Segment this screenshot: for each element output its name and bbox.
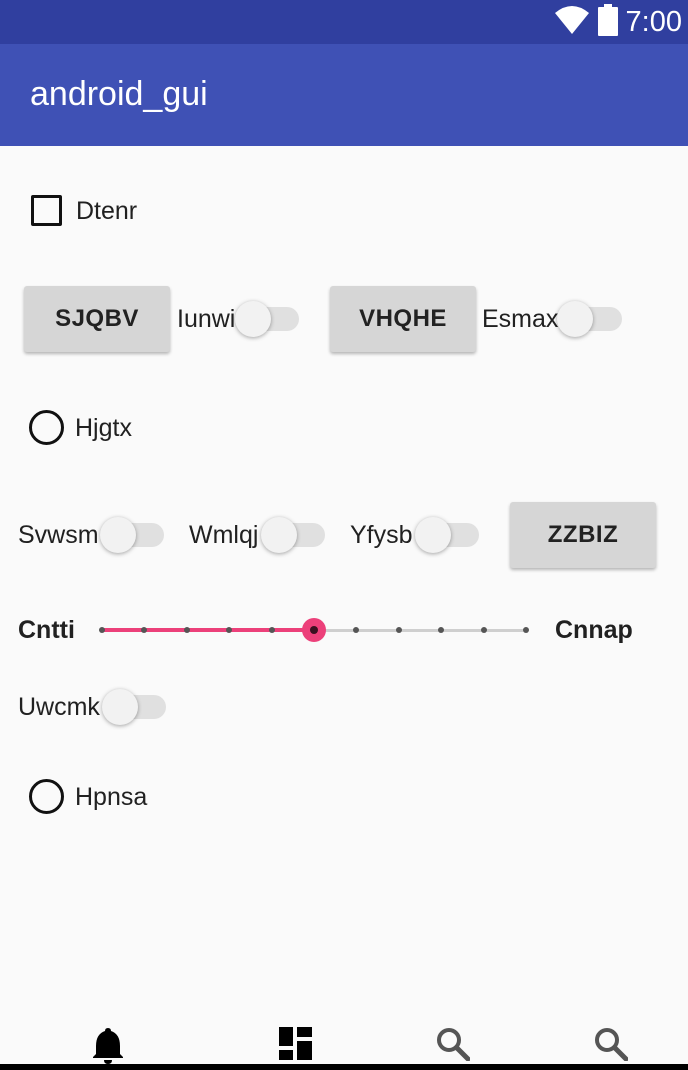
wifi-icon <box>554 5 590 40</box>
uwcmk-switch-label: Uwcmk <box>18 693 100 721</box>
uwcmk-switch-thumb[interactable] <box>102 689 138 725</box>
hjgtx-radio[interactable] <box>29 410 64 445</box>
iunwi-switch-label: Iunwi <box>177 305 236 333</box>
slider-tick <box>480 627 487 633</box>
app-title: android_gui <box>30 75 208 113</box>
slider-tick <box>268 627 275 633</box>
zzbiz-button[interactable]: ZZBIZ <box>510 502 656 568</box>
wmlqj-switch-label: Wmlqj <box>189 521 259 549</box>
slider-tick <box>523 627 529 633</box>
slider-tick <box>438 627 445 633</box>
svwsm-switch-thumb[interactable] <box>100 517 136 553</box>
esmax-switch-thumb[interactable] <box>557 301 593 337</box>
status-time: 7:00 <box>625 5 682 38</box>
hjgtx-radio-label[interactable]: Hjgtx <box>75 413 132 443</box>
search-icon[interactable] <box>436 1027 471 1066</box>
dtenr-checkbox-label[interactable]: Dtenr <box>76 196 137 226</box>
slider-tick <box>141 627 148 633</box>
wmlqj-switch-thumb[interactable] <box>261 517 297 553</box>
dashboard-icon[interactable] <box>279 1027 312 1065</box>
slider-right-label: Cnnap <box>555 616 633 644</box>
iunwi-switch-thumb[interactable] <box>235 301 271 337</box>
vhqhe-button[interactable]: VHQHE <box>330 286 476 352</box>
slider-tick <box>226 627 233 633</box>
status-bar: 7:00 <box>0 0 688 44</box>
bottom-navigation <box>0 1010 688 1070</box>
dtenr-checkbox[interactable] <box>31 195 62 226</box>
svwsm-switch-label: Svwsm <box>18 521 99 549</box>
yfysb-switch-label: Yfysb <box>350 521 413 549</box>
battery-icon <box>597 3 618 41</box>
yfysb-switch-thumb[interactable] <box>415 517 451 553</box>
navigation-bar-edge <box>0 1064 688 1070</box>
hpnsa-radio[interactable] <box>29 779 64 814</box>
sjqbv-button[interactable]: SJQBV <box>24 286 170 352</box>
hpnsa-radio-label[interactable]: Hpnsa <box>75 782 147 812</box>
slider-tick <box>395 627 402 633</box>
slider-tick <box>183 627 190 633</box>
slider-tick <box>353 627 360 633</box>
esmax-switch-label: Esmax <box>482 305 559 333</box>
search-icon[interactable] <box>594 1027 629 1066</box>
status-icons: 7:00 <box>554 3 682 41</box>
app-bar: android_gui <box>0 44 688 146</box>
slider-thumb[interactable] <box>302 618 326 642</box>
bell-icon[interactable] <box>92 1026 124 1069</box>
slider-left-label: Cntti <box>18 616 75 644</box>
slider-track-fill <box>102 628 314 632</box>
slider-tick <box>99 627 105 633</box>
